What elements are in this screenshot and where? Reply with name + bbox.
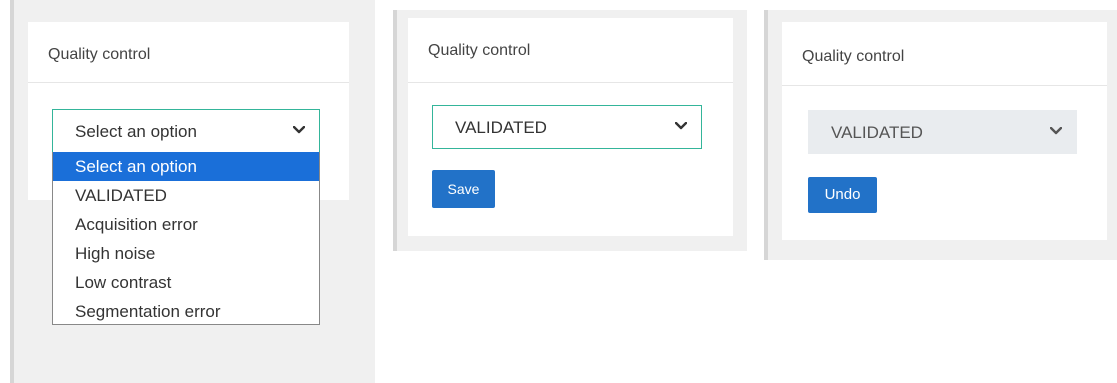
save-button[interactable]: Save [432,170,495,208]
option-acquisition-error[interactable]: Acquisition error [53,210,319,239]
option-low-contrast[interactable]: Low contrast [53,268,319,297]
card-title: Quality control [802,48,905,65]
option-high-noise[interactable]: High noise [53,239,319,268]
quality-select[interactable]: VALIDATED [432,105,702,149]
select-value: VALIDATED [455,118,547,137]
panel-divider [764,10,768,260]
panel-divider [393,10,397,251]
card-header: Quality control [782,22,1107,86]
card-header: Quality control [28,22,349,83]
option-select-an-option[interactable]: Select an option [53,152,319,181]
quality-options-dropdown: Select an option VALIDATED Acquisition e… [52,152,320,325]
card-title: Quality control [48,46,151,63]
card-title: Quality control [428,42,531,59]
option-segmentation-error[interactable]: Segmentation error [53,297,319,326]
quality-select-disabled: VALIDATED [808,110,1077,154]
undo-button[interactable]: Undo [808,177,877,213]
select-value: Select an option [75,122,197,141]
card-header: Quality control [408,18,733,83]
option-validated[interactable]: VALIDATED [53,181,319,210]
select-value: VALIDATED [831,123,923,142]
panel-divider [10,0,14,383]
chevron-down-icon [293,126,305,134]
quality-select[interactable]: Select an option [52,109,320,153]
chevron-down-icon [675,122,687,130]
chevron-down-icon [1050,127,1062,135]
